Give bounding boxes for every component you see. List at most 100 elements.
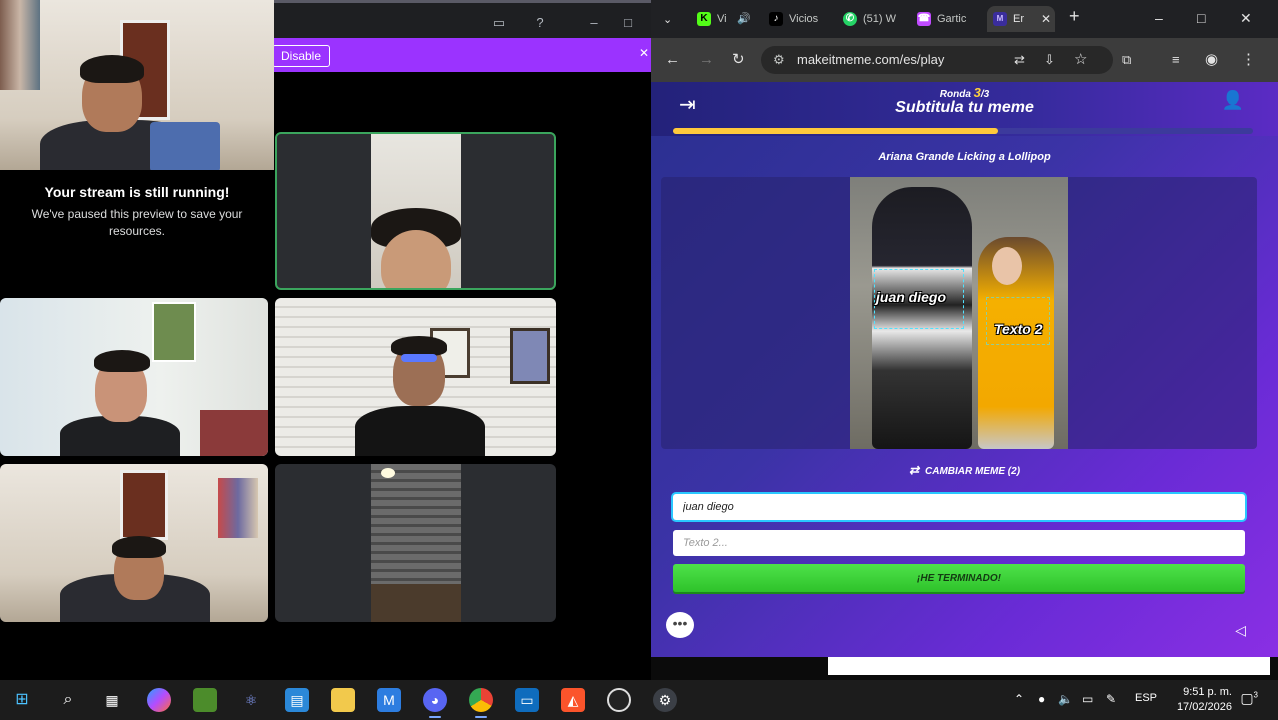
inbox-icon[interactable]: ▭ [491,15,507,31]
minecraft-icon[interactable] [193,688,217,712]
tab-kick[interactable]: K Vi 🔊 [691,6,759,32]
tab-whatsapp[interactable]: ✆ (51) W [837,6,907,32]
meme-preview-panel: juan diego Texto 2 [661,177,1257,449]
close-notice-icon[interactable]: ✕ [639,46,649,60]
minimize-icon[interactable]: – [1155,10,1163,26]
copilot-icon[interactable] [147,688,171,712]
video-tile-participant-3[interactable] [275,298,556,456]
browser-toolbar: ← → ↻ ⚙ makeitmeme.com/es/play ⇄ ⇩ ☆ ⧉ ≡… [651,38,1278,82]
site-info-icon[interactable]: ⚙ [773,52,785,68]
swap-icon: ⇄ [908,463,920,477]
tab-makeitmeme[interactable]: M Er ✕ [987,6,1055,32]
back-icon[interactable]: ← [665,50,680,70]
volume-icon[interactable]: 🔈 [1058,692,1073,706]
help-icon[interactable]: ? [532,15,548,31]
search-icon[interactable]: ⌕ [56,688,80,712]
translate-icon[interactable]: ⇄ [1014,50,1025,70]
forward-icon[interactable]: → [699,50,714,70]
url-text[interactable]: makeitmeme.com/es/play [797,46,944,74]
paused-preview-notice: Your stream is still running! We've paus… [0,170,274,298]
video-call-window: ▭ ? – □ Disable ✕ Your stream is still r… [0,0,651,680]
extensions-icon[interactable]: ⧉ [1122,50,1131,70]
paused-message: We've paused this preview to save your r… [31,207,243,238]
speaker-icon[interactable]: 🔊 [737,6,751,32]
minimize-icon[interactable]: – [586,15,602,31]
address-bar[interactable]: ⚙ makeitmeme.com/es/play [761,46,1113,74]
meme-caption-2[interactable]: Texto 2 [994,321,1043,337]
desktop: ▭ ? – □ Disable ✕ Your stream is still r… [0,0,1278,720]
tab-label: (51) W [863,13,896,25]
tab-label: Vi [717,13,727,25]
discord-icon[interactable]: ◕ [423,688,447,718]
chat-bubble-icon[interactable]: ••• [666,612,694,638]
menu-icon[interactable]: ⋮ [1241,50,1256,70]
caption-2-input[interactable] [673,530,1245,556]
battery-icon[interactable]: ▭ [1082,692,1093,706]
pen-icon[interactable]: ✎ [1106,692,1116,706]
tab-search-icon[interactable]: ⌄ [663,10,672,30]
meme-image: juan diego Texto 2 [850,177,1068,449]
clock-time: 9:51 p. m. [1183,686,1232,698]
profile-icon[interactable]: ◉ [1205,50,1218,70]
tiktok-icon: ♪ [769,12,783,26]
chrome-icon[interactable] [469,688,493,718]
disable-button[interactable]: Disable [272,45,331,67]
call-titlebar: ▭ ? – □ [274,0,651,38]
file-explorer-icon[interactable] [331,688,355,712]
video-tile-self[interactable] [0,0,274,170]
install-app-icon[interactable]: ⇩ [1044,50,1055,70]
whatsapp-icon: ✆ [843,12,857,26]
round-indicator: Ronda 3/3 [939,85,990,100]
store-icon[interactable]: ▤ [285,688,309,712]
new-tab-icon[interactable]: + [1069,6,1080,27]
tray-expand-icon[interactable]: ⌃ [1014,692,1024,706]
user-icon[interactable]: 👤 [1222,90,1244,111]
tab-gartic[interactable]: ☎ Gartic [911,6,983,32]
clock-date: 17/02/2026 [1176,701,1232,713]
timer-progress-fill [673,128,998,134]
meme-name: Ariana Grande Licking a Lollipop [878,151,1051,163]
media-control-icon[interactable]: ≡ [1172,50,1180,70]
close-window-icon[interactable]: ✕ [1240,10,1252,27]
browser-window: ⌄ K Vi 🔊 ♪ Vicios ✆ (51) W ☎ Gartic M Er [651,0,1278,657]
react-devtools-icon[interactable]: ⚛ [239,688,263,712]
video-tile-active-speaker[interactable] [275,132,556,290]
video-tile-participant-5[interactable] [275,464,556,622]
tab-label: Er [1013,13,1024,25]
tab-tiktok[interactable]: ♪ Vicios [763,6,833,32]
close-tab-icon[interactable]: ✕ [1041,6,1051,32]
meme-caption-1[interactable]: juan diego [876,289,946,305]
taskbar: ⊞ ⌕ ▦ ⚛ ▤ M ◕ ▭ ◭ ⚙ ⌃ ● 🔈 ▭ ✎ ESP 9:51 p… [0,680,1278,720]
video-tile-participant-2[interactable] [0,298,268,456]
paused-title: Your stream is still running! [44,184,230,200]
notification-icon[interactable]: ▢3 [1240,690,1258,707]
background-window-strip [828,657,1270,675]
clock[interactable]: 9:51 p. m. 17/02/2026 [1177,685,1232,715]
brave-icon[interactable]: ◭ [561,688,585,712]
done-button[interactable]: ¡HE TERMINADO! [673,564,1245,592]
timer-progress-bar [673,128,1253,134]
tablet-app-icon[interactable]: ▭ [515,688,539,712]
obs-icon[interactable] [607,688,631,712]
notification-count: 3 [1253,690,1258,700]
video-tile-participant-4[interactable] [0,464,268,622]
language-indicator[interactable]: ESP [1135,692,1157,704]
reload-icon[interactable]: ↻ [732,50,745,70]
kick-icon: K [697,12,711,26]
editor-icon[interactable]: M [377,688,401,712]
microphone-icon[interactable]: ● [1038,692,1045,706]
tab-strip: ⌄ K Vi 🔊 ♪ Vicios ✆ (51) W ☎ Gartic M Er [651,0,1278,38]
gartic-phone-icon: ☎ [917,12,931,26]
steam-icon[interactable]: ⚙ [653,688,677,712]
maximize-icon[interactable]: □ [620,15,636,31]
sound-toggle-icon[interactable]: ◁ [1235,622,1246,639]
windows-start-icon[interactable]: ⊞ [10,688,34,712]
makeitmeme-icon: M [993,12,1007,26]
bookmark-star-icon[interactable]: ☆ [1074,50,1087,70]
caption-1-input[interactable] [673,494,1245,520]
maximize-icon[interactable]: □ [1197,10,1205,26]
change-meme-label: CAMBIAR MEME (2) [925,466,1021,477]
notice-bar [274,38,651,72]
task-view-icon[interactable]: ▦ [100,688,124,712]
change-meme-button[interactable]: ⇄ CAMBIAR MEME (2) [651,463,1278,477]
